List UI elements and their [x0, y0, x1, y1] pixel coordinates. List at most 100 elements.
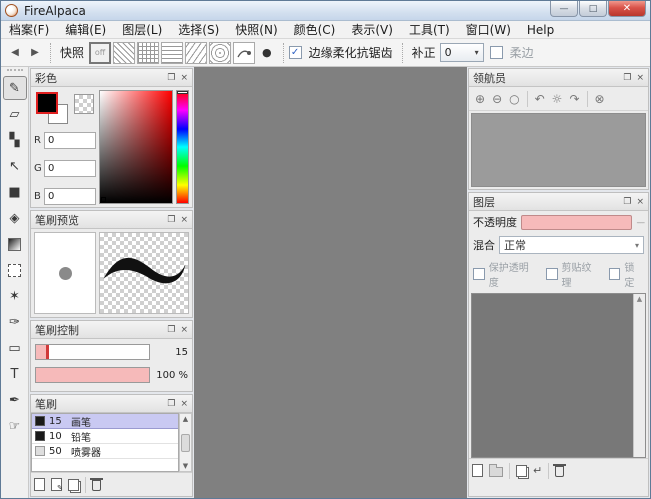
bucket-tool[interactable]: ◈ [3, 206, 27, 230]
add-brush-button[interactable] [34, 478, 45, 491]
hue-cursor[interactable] [177, 91, 188, 94]
menu-color[interactable]: 颜色(C) [286, 21, 344, 39]
close-panel-icon[interactable]: × [180, 215, 188, 225]
undo-button[interactable]: ◀ [5, 43, 25, 63]
close-panel-icon[interactable]: × [636, 73, 644, 83]
snap-off-button[interactable]: off [89, 42, 111, 64]
snap-vanishing-button[interactable] [185, 42, 207, 64]
snap-grid-button[interactable] [137, 42, 159, 64]
snap-point-icon[interactable]: ● [262, 46, 272, 59]
soft-edge-checkbox[interactable] [490, 46, 503, 59]
opacity-slider[interactable] [521, 215, 632, 230]
magic-wand-tool[interactable]: ✶ [3, 284, 27, 308]
zoom-in-icon[interactable]: ⊕ [475, 92, 485, 106]
clipping-checkbox[interactable] [546, 268, 558, 280]
menu-help[interactable]: Help [519, 21, 562, 39]
maximize-button[interactable]: □ [579, 1, 607, 17]
duplicate-brush-button[interactable] [68, 479, 79, 491]
close-button[interactable]: ✕ [608, 1, 646, 17]
text-tool[interactable]: T [3, 362, 27, 386]
foreground-color-swatch[interactable] [36, 92, 58, 114]
menu-layer[interactable]: 图层(L) [114, 21, 170, 39]
menu-window[interactable]: 窗口(W) [458, 21, 519, 39]
gradient-tool[interactable] [3, 232, 27, 256]
scrollbar-thumb[interactable] [181, 434, 190, 452]
move-tool[interactable]: ↖ [3, 154, 27, 178]
delete-brush-button[interactable] [92, 480, 101, 491]
close-panel-icon[interactable]: × [180, 73, 188, 83]
brush-opacity-slider[interactable] [35, 367, 150, 383]
brush-tip-preview [34, 232, 96, 314]
snap-radial-button[interactable] [209, 42, 231, 64]
transparent-color-swatch[interactable] [74, 94, 94, 114]
zoom-reset-icon[interactable]: ○ [509, 92, 519, 106]
navigator-preview[interactable] [471, 113, 646, 187]
float-panel-icon[interactable]: ❐ [623, 197, 631, 207]
add-layer-button[interactable] [472, 464, 483, 477]
snap-curve-button[interactable] [233, 42, 255, 64]
float-panel-icon[interactable]: ❐ [167, 325, 175, 335]
scroll-up-icon[interactable]: ▲ [637, 295, 642, 303]
fit-window-icon[interactable]: ⊗ [595, 92, 605, 106]
menu-select[interactable]: 选择(S) [170, 21, 227, 39]
layer-list-scrollbar[interactable]: ▲ [633, 294, 645, 457]
eyedropper-tool[interactable]: ✒ [3, 388, 27, 412]
saturation-value-picker[interactable] [99, 90, 173, 204]
lock-checkbox[interactable] [609, 268, 621, 280]
float-panel-icon[interactable]: ❐ [167, 399, 175, 409]
green-input[interactable]: 0 [44, 160, 96, 177]
antialias-checkbox[interactable]: ✓ [289, 46, 302, 59]
fill-tool[interactable]: ■ [3, 180, 27, 204]
merge-layer-button[interactable]: ↵ [533, 464, 542, 477]
scroll-up-icon[interactable]: ▲ [183, 415, 188, 423]
pen-tool[interactable]: ✎ [3, 76, 27, 100]
menu-file[interactable]: 档案(F) [1, 21, 57, 39]
reset-rotation-icon[interactable]: ☼ [552, 92, 563, 106]
toolstrip-grip[interactable] [7, 69, 23, 73]
canvas-area[interactable] [194, 67, 467, 498]
scroll-down-icon[interactable]: ▼ [183, 462, 188, 470]
snap-parallel-button[interactable] [113, 42, 135, 64]
minimize-button[interactable]: — [550, 1, 578, 17]
brush-list-scrollbar[interactable]: ▲ ▼ [179, 413, 192, 472]
red-input[interactable]: 0 [44, 132, 96, 149]
rotate-left-icon[interactable]: ↶ [535, 92, 545, 106]
hand-tool[interactable]: ☞ [3, 414, 27, 438]
redo-button[interactable]: ▶ [25, 43, 45, 63]
close-panel-icon[interactable]: × [180, 325, 188, 335]
edit-brush-button[interactable]: ✎ [51, 478, 62, 491]
blue-input[interactable]: 0 [44, 188, 96, 205]
menu-snapshot[interactable]: 快照(N) [227, 21, 285, 39]
select-tool[interactable] [3, 258, 27, 282]
brush-item-pen[interactable]: 15 画笔 [32, 414, 178, 429]
float-panel-icon[interactable]: ❐ [167, 73, 175, 83]
blend-mode-select[interactable]: 正常 ▾ [499, 236, 644, 254]
float-panel-icon[interactable]: ❐ [167, 215, 175, 225]
close-panel-icon[interactable]: × [180, 399, 188, 409]
snap-horizontal-button[interactable] [161, 42, 183, 64]
menu-tool[interactable]: 工具(T) [401, 21, 458, 39]
eraser-tool[interactable]: ▱ [3, 102, 27, 126]
select-eraser-tool[interactable]: ▭ [3, 336, 27, 360]
brush-item-partial[interactable] [32, 459, 178, 472]
float-panel-icon[interactable]: ❐ [623, 73, 631, 83]
dot-tool[interactable]: ▚ [3, 128, 27, 152]
hue-slider[interactable] [176, 90, 189, 204]
menu-edit[interactable]: 编辑(E) [57, 21, 114, 39]
layer-list[interactable]: ▲ [471, 293, 646, 458]
close-panel-icon[interactable]: × [636, 197, 644, 207]
slider-thumb[interactable] [46, 345, 49, 359]
brush-item-airbrush[interactable]: 50 喷雾器 [32, 444, 178, 459]
protect-alpha-checkbox[interactable] [473, 268, 485, 280]
rotate-right-icon[interactable]: ↷ [569, 92, 579, 106]
correction-select[interactable]: 0 ▾ [440, 43, 484, 62]
brush-item-pencil[interactable]: 10 铅笔 [32, 429, 178, 444]
duplicate-layer-button[interactable] [516, 465, 527, 477]
sv-cursor[interactable] [101, 197, 106, 202]
zoom-out-icon[interactable]: ⊖ [492, 92, 502, 106]
select-pen-tool[interactable]: ✑ [3, 310, 27, 334]
add-folder-button[interactable] [489, 467, 503, 477]
menu-view[interactable]: 表示(V) [343, 21, 401, 39]
delete-layer-button[interactable] [555, 466, 564, 477]
brush-size-slider[interactable] [35, 344, 150, 360]
